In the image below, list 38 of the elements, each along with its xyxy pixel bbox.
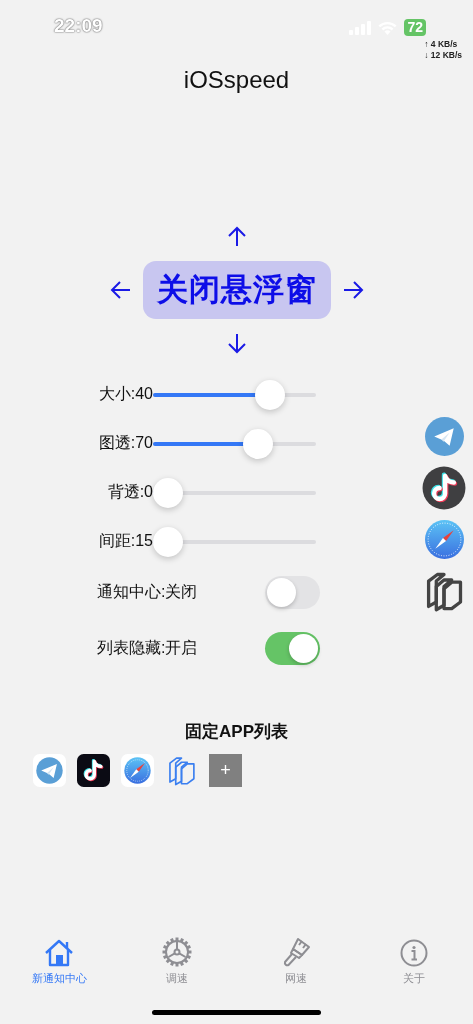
clock-time: 22:09 [54, 15, 103, 37]
tab[interactable]: 调速 [118, 934, 237, 990]
home-indicator[interactable] [152, 1009, 321, 1015]
battery-level: 72 [404, 19, 426, 36]
slider-thumb[interactable] [153, 526, 183, 557]
info-icon [399, 939, 428, 967]
toggle-label: 通知中心:关闭 [97, 581, 199, 602]
upload-speed: ↑ 4 KB/s [424, 39, 459, 50]
compass-icon[interactable] [121, 754, 154, 787]
slider[interactable] [153, 526, 316, 557]
toggle-switch[interactable] [265, 631, 320, 665]
slider[interactable] [153, 428, 316, 459]
download-speed: ↓ 12 KB/s [424, 50, 462, 61]
tab[interactable]: 网速 [236, 934, 355, 990]
slider-label: 图透:70 [97, 433, 153, 453]
slider-thumb[interactable] [153, 477, 183, 508]
music-note-icon[interactable] [422, 466, 466, 510]
slider-thumb[interactable] [255, 379, 286, 410]
tab[interactable]: 新通知中心 [0, 934, 119, 990]
app-title: iOSspeed [183, 66, 290, 94]
paper-plane-icon[interactable] [423, 416, 465, 457]
music-note-icon[interactable] [77, 754, 110, 787]
slider[interactable] [153, 477, 316, 508]
toggle-switch[interactable] [265, 575, 320, 609]
pinned-apps-title: 固定APP列表 [184, 721, 289, 743]
slider-label: 间距:15 [97, 531, 153, 551]
home-icon [44, 939, 75, 967]
slider[interactable] [153, 379, 316, 410]
add-app-button[interactable]: + [209, 754, 242, 787]
compass-icon[interactable] [423, 519, 465, 560]
slider-label: 背透:0 [106, 482, 153, 502]
tab[interactable]: 关于 [354, 934, 473, 990]
slider-thumb[interactable] [243, 428, 274, 459]
slider-label: 大小:40 [97, 384, 153, 404]
gear-icon [162, 937, 193, 967]
close-float-window-button[interactable]: 关闭悬浮窗 [142, 261, 331, 319]
paper-plane-icon[interactable] [33, 754, 66, 787]
toggle-label: 列表隐藏:开启 [97, 637, 199, 658]
